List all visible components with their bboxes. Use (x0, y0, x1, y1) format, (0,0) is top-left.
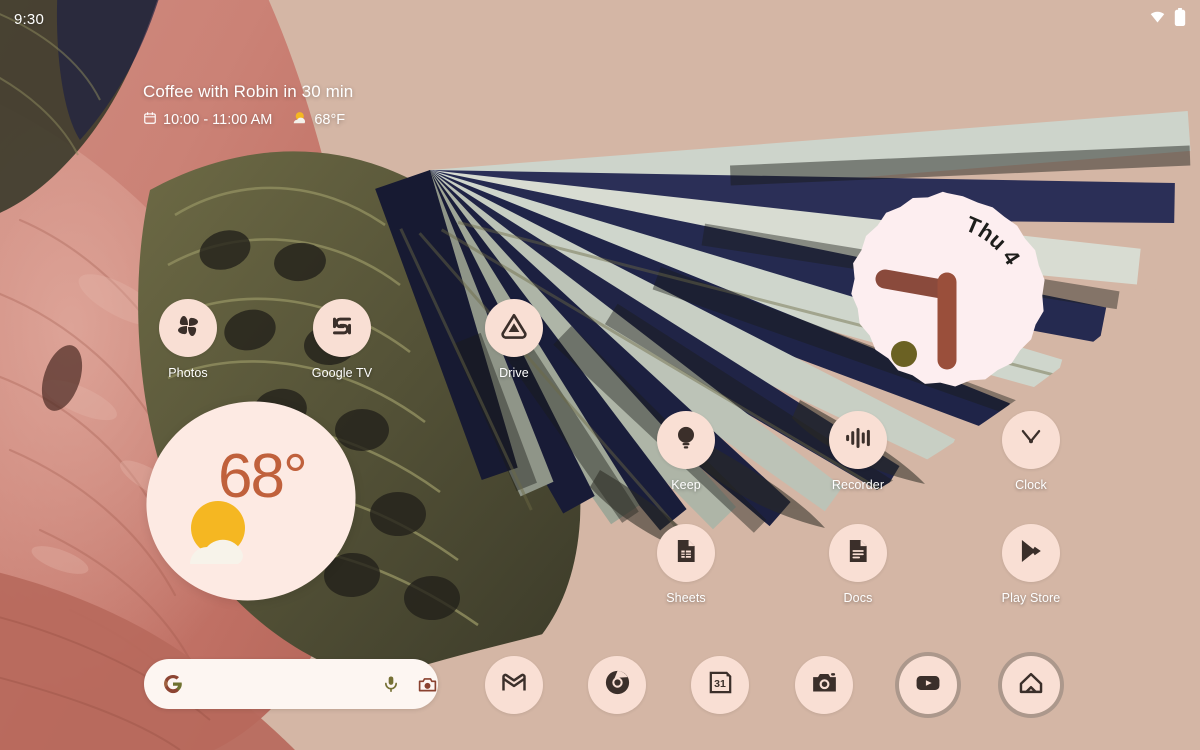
clock-widget[interactable]: Thu 4 (843, 187, 1051, 394)
dock-app-home[interactable] (1002, 656, 1060, 714)
app-icon-background (1002, 411, 1060, 469)
at-a-glance-time-range: 10:00 - 11:00 AM (163, 112, 273, 128)
wifi-icon (1149, 8, 1166, 30)
app-label: Drive (499, 366, 529, 380)
app-sheets[interactable]: Sheets (638, 524, 734, 605)
docs-doc-icon (844, 537, 872, 570)
microphone-icon[interactable] (381, 674, 401, 694)
play-store-icon (1017, 537, 1045, 570)
app-docs[interactable]: Docs (810, 524, 906, 605)
dock-app-youtube[interactable] (899, 656, 957, 714)
dock-app-calendar[interactable]: 31 (691, 656, 749, 714)
app-label: Google TV (311, 366, 373, 380)
app-icon-background (485, 299, 543, 357)
chrome-icon (603, 668, 632, 702)
clock-accent-dot (891, 341, 917, 367)
status-bar-clock: 9:30 (14, 10, 44, 28)
app-clock[interactable]: Clock (983, 411, 1079, 492)
app-label: Docs (843, 591, 873, 605)
clock-hands-icon (1016, 423, 1046, 458)
dock-app-camera[interactable] (795, 656, 853, 714)
camera-icon (810, 668, 839, 702)
app-drive[interactable]: Drive (466, 299, 562, 380)
at-a-glance-title: Coffee with Robin in 30 min (143, 82, 354, 101)
recorder-wave-icon (843, 423, 873, 458)
weather-widget[interactable]: 68° (122, 376, 380, 626)
dock-app-gmail[interactable] (485, 656, 543, 714)
app-play-store[interactable]: Play Store (983, 524, 1079, 605)
app-label: Clock (1015, 478, 1047, 492)
gmail-icon (500, 669, 528, 702)
app-label: Photos (168, 366, 208, 380)
camera-lens-icon[interactable] (417, 674, 438, 695)
battery-icon (1174, 7, 1186, 31)
app-label: Recorder (831, 478, 885, 492)
google-search-bar[interactable] (144, 659, 438, 709)
app-label: Sheets (666, 591, 706, 605)
app-icon-background (313, 299, 371, 357)
app-label: Keep (671, 478, 701, 492)
sheets-doc-icon (672, 537, 700, 570)
app-keep[interactable]: Keep (638, 411, 734, 492)
at-a-glance-temperature: 68°F (314, 112, 346, 128)
google-g-icon[interactable] (162, 673, 184, 695)
app-icon-background (657, 524, 715, 582)
youtube-icon (914, 669, 942, 702)
app-label: Play Store (1001, 591, 1061, 605)
app-google-tv[interactable]: Google TV (294, 299, 390, 380)
app-icon-background (657, 411, 715, 469)
drive-triangle-icon (499, 311, 529, 346)
at-a-glance-widget[interactable]: Coffee with Robin in 30 min 10:00 - 11:0… (143, 82, 353, 131)
keep-bulb-icon (671, 423, 701, 458)
status-bar-icons (1149, 7, 1186, 31)
app-icon-background (159, 299, 217, 357)
sun-behind-cloud-icon (180, 498, 260, 577)
at-a-glance-details: 10:00 - 11:00 AM 68°F (143, 109, 353, 131)
home-icon (1017, 669, 1045, 702)
search-input[interactable] (192, 676, 373, 692)
calendar-day-number: 31 (714, 678, 726, 690)
dock-app-chrome[interactable] (588, 656, 646, 714)
app-photos[interactable]: Photos (140, 299, 236, 380)
status-bar: 9:30 (0, 0, 1200, 38)
partly-sunny-icon (290, 109, 308, 131)
app-icon-background (829, 411, 887, 469)
app-recorder[interactable]: Recorder (810, 411, 906, 492)
calendar-31-icon: 31 (707, 669, 734, 701)
photos-pinwheel-icon (173, 311, 203, 346)
app-icon-background (829, 524, 887, 582)
google-tv-icon (327, 311, 357, 346)
app-icon-background (1002, 524, 1060, 582)
calendar-icon (143, 111, 157, 129)
clock-widget-face: Thu 4 (851, 191, 1045, 387)
